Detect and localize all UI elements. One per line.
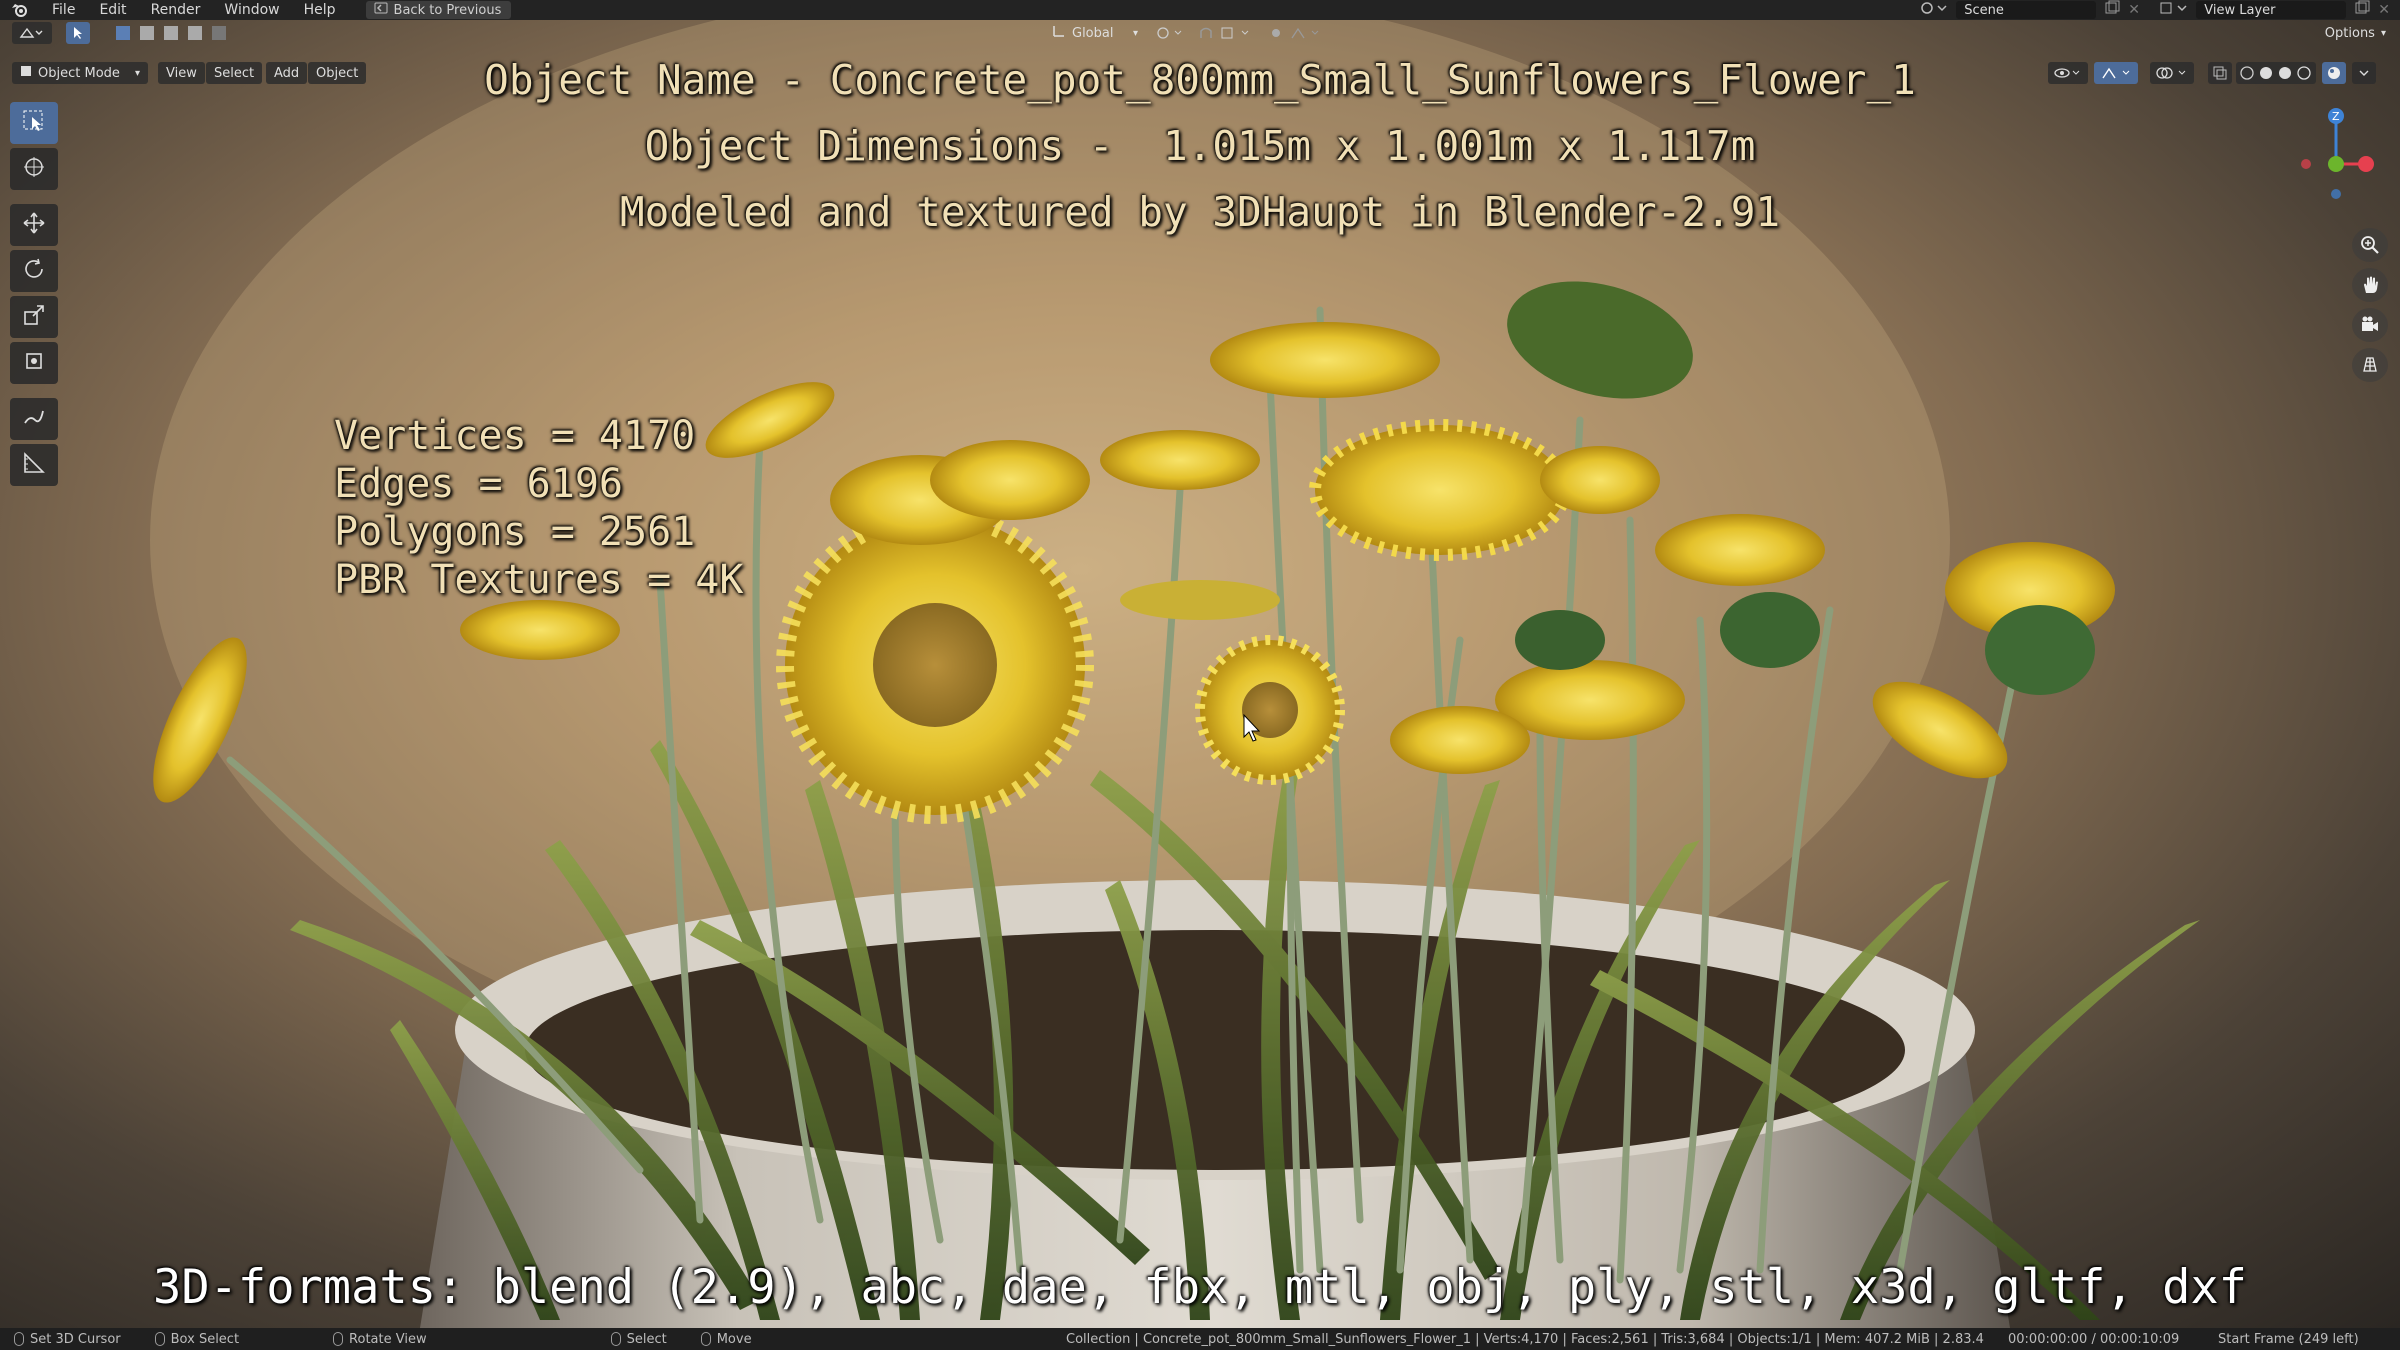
left-mouse-icon — [14, 1332, 24, 1346]
back-to-previous-button[interactable]: Back to Previous — [365, 1, 512, 19]
menu-file[interactable]: File — [40, 2, 87, 18]
status-rotate-view: Rotate View — [333, 1332, 427, 1347]
select-tool-icon[interactable] — [66, 22, 90, 44]
status-move: Move — [700, 1332, 752, 1347]
selection-mode-icons[interactable] — [112, 22, 232, 44]
pivot-point-icon[interactable] — [1150, 22, 1190, 44]
annotate-tool[interactable] — [10, 398, 58, 440]
new-scene-icon[interactable] — [2104, 0, 2120, 20]
delete-view-layer-icon[interactable]: ✕ — [2378, 2, 2390, 18]
chevron-down-icon: ▾ — [2380, 27, 2386, 39]
editor-type-icon[interactable] — [12, 22, 52, 44]
view-layer-selector: View Layer ✕ — [2158, 0, 2400, 20]
menu-edit[interactable]: Edit — [87, 2, 138, 18]
measure-tool[interactable] — [10, 444, 58, 486]
scene-name-field[interactable]: Scene — [1956, 1, 2097, 19]
credit-overlay: Modeled and textured by 3DHaupt in Blend… — [619, 188, 1781, 236]
rotate-tool[interactable] — [10, 250, 58, 292]
textures-stat: PBR Textures = 4K — [334, 557, 744, 603]
status-box-select: Box Select — [154, 1332, 239, 1347]
navigation-tools — [2352, 228, 2388, 382]
snap-icon[interactable] — [1196, 22, 1256, 44]
menu-help[interactable]: Help — [292, 2, 348, 18]
mesh-stats-overlay: Vertices = 4170 Edges = 6196 Polygons = … — [334, 412, 743, 604]
start-frame-info: Start Frame (249 left) — [2218, 1331, 2359, 1347]
status-bar: Set 3D Cursor Box Select Rotate View Sel… — [0, 1328, 2400, 1350]
mouse-move-icon — [700, 1332, 711, 1346]
transform-tool[interactable] — [10, 342, 58, 384]
camera-view-icon[interactable] — [2352, 308, 2388, 342]
formats-overlay: 3D-formats: blend (2.9), abc, dae, fbx, … — [153, 1260, 2247, 1315]
chevron-down-icon: ▾ — [1132, 27, 1138, 39]
object-dimensions-overlay: Object Dimensions - 1.015m x 1.001m x 1.… — [644, 122, 1756, 170]
options-label: Options — [2324, 25, 2375, 41]
delete-scene-icon[interactable]: ✕ — [2128, 2, 2140, 18]
scene-selector: Scene ✕ — [1918, 0, 2140, 20]
menu-render[interactable]: Render — [139, 2, 213, 18]
scale-tool[interactable] — [10, 296, 58, 338]
vertices-stat: Vertices = 4170 — [334, 413, 696, 459]
new-view-layer-icon[interactable] — [2354, 0, 2370, 20]
scale-icon — [22, 303, 46, 331]
menu-window[interactable]: Window — [212, 2, 291, 18]
middle-mouse-icon — [333, 1332, 344, 1346]
ruler-icon — [22, 451, 46, 479]
options-dropdown[interactable]: Options ▾ — [2317, 22, 2394, 44]
top-menu-bar: File Edit Render Window Help Back to Pre… — [0, 0, 2400, 20]
polygons-stat: Polygons = 2561 — [334, 509, 696, 555]
proportional-editing-icon[interactable] — [1266, 22, 1326, 44]
scene-statistics: Collection | Concrete_pot_800mm_Small_Su… — [1066, 1331, 1984, 1347]
scene-icon[interactable] — [1918, 0, 1948, 20]
view-layer-field[interactable]: View Layer — [2196, 1, 2347, 19]
object-name-overlay: Object Name - Concrete_pot_800mm_Small_S… — [484, 56, 1916, 104]
playback-time: 00:00:00:00 / 00:00:10:09 — [2008, 1331, 2180, 1347]
perspective-grid-icon[interactable] — [2352, 348, 2388, 382]
back-icon — [374, 2, 388, 18]
status-set-cursor: Set 3D Cursor — [14, 1332, 121, 1347]
annotate-icon — [22, 405, 46, 433]
orientation-icon — [1052, 24, 1066, 42]
status-select: Select — [610, 1332, 667, 1347]
back-label: Back to Previous — [393, 2, 502, 18]
mouse-drag-icon — [154, 1332, 165, 1346]
edges-stat: Edges = 6196 — [334, 461, 623, 507]
pan-hand-icon[interactable] — [2352, 268, 2388, 302]
right-mouse-icon — [610, 1332, 621, 1346]
orientation-label: Global — [1072, 25, 1114, 41]
rotate-icon — [22, 257, 46, 285]
view-layer-icon[interactable] — [2158, 0, 2188, 20]
3d-viewport[interactable]: Object Mode ▾ View Select Add Object Glo… — [0, 20, 2400, 1328]
transform-icon — [22, 349, 46, 377]
blender-logo-icon[interactable] — [0, 2, 40, 18]
transform-orientation-dropdown[interactable]: Global ▾ — [1044, 22, 1146, 44]
